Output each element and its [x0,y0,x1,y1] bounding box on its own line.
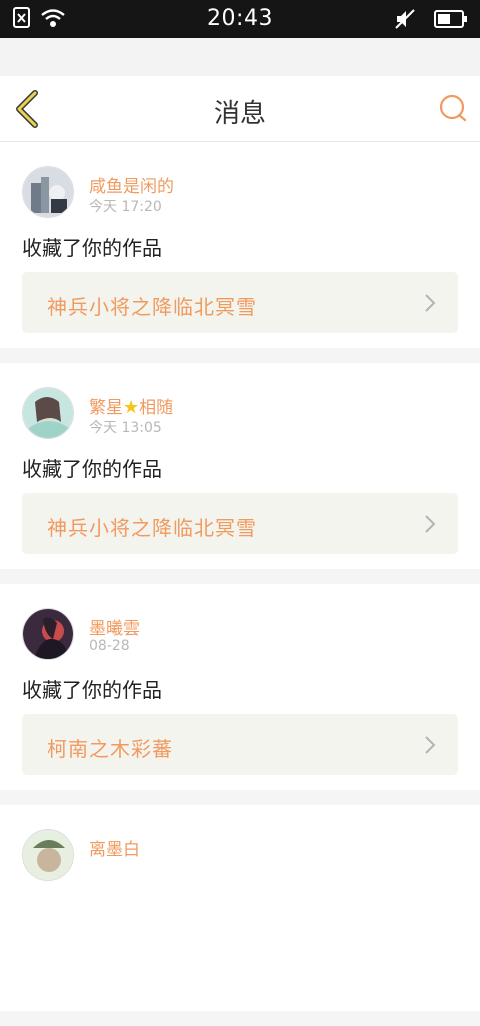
user-name-part: 繁星 [89,398,123,418]
header-bar: 消息 [0,76,480,142]
message-card: 繁星★相随 今天 13:05 收藏了你的作品 神兵小将之降临北冥雪 [0,363,480,569]
avatar[interactable] [22,829,74,881]
message-time: 08-28 [89,638,130,654]
status-bar: 20:43 [0,0,480,38]
avatar[interactable] [22,608,74,660]
work-title: 柯南之木彩蕃 [47,737,173,761]
user-name[interactable]: 繁星★相随 [89,393,173,418]
work-link[interactable]: 神兵小将之降临北冥雪 [22,272,458,333]
message-card: 离墨白 [0,805,480,1011]
work-link[interactable]: 柯南之木彩蕃 [22,714,458,775]
message-action: 收藏了你的作品 [22,236,162,260]
user-name-part: 相随 [139,398,174,418]
message-list: 咸鱼是闲的 今天 17:20 收藏了你的作品 神兵小将之降临北冥雪 繁星★相随 … [0,142,480,1026]
work-title: 神兵小将之降临北冥雪 [47,516,257,540]
avatar[interactable] [22,166,74,218]
user-name[interactable]: 咸鱼是闲的 [89,172,174,197]
work-link[interactable]: 神兵小将之降临北冥雪 [22,493,458,554]
message-time: 今天 17:20 [89,199,162,215]
star-icon: ★ [123,397,140,418]
search-icon[interactable] [438,93,468,123]
message-action: 收藏了你的作品 [22,457,162,481]
message-action: 收藏了你的作品 [22,678,162,702]
chevron-right-icon [425,515,436,533]
message-card: 墨曦雲 08-28 收藏了你的作品 柯南之木彩蕃 [0,584,480,790]
status-right-icons [394,8,468,30]
message-card: 咸鱼是闲的 今天 17:20 收藏了你的作品 神兵小将之降临北冥雪 [0,142,480,348]
top-spacer [0,38,480,76]
chevron-right-icon [425,736,436,754]
avatar[interactable] [22,387,74,439]
work-title: 神兵小将之降临北冥雪 [47,295,257,319]
user-name[interactable]: 离墨白 [89,835,140,860]
battery-icon [434,10,467,28]
chevron-right-icon [425,294,436,312]
user-name[interactable]: 墨曦雲 [89,614,140,639]
page-title: 消息 [213,99,266,129]
mute-icon [395,9,415,29]
message-time: 今天 13:05 [89,420,162,436]
